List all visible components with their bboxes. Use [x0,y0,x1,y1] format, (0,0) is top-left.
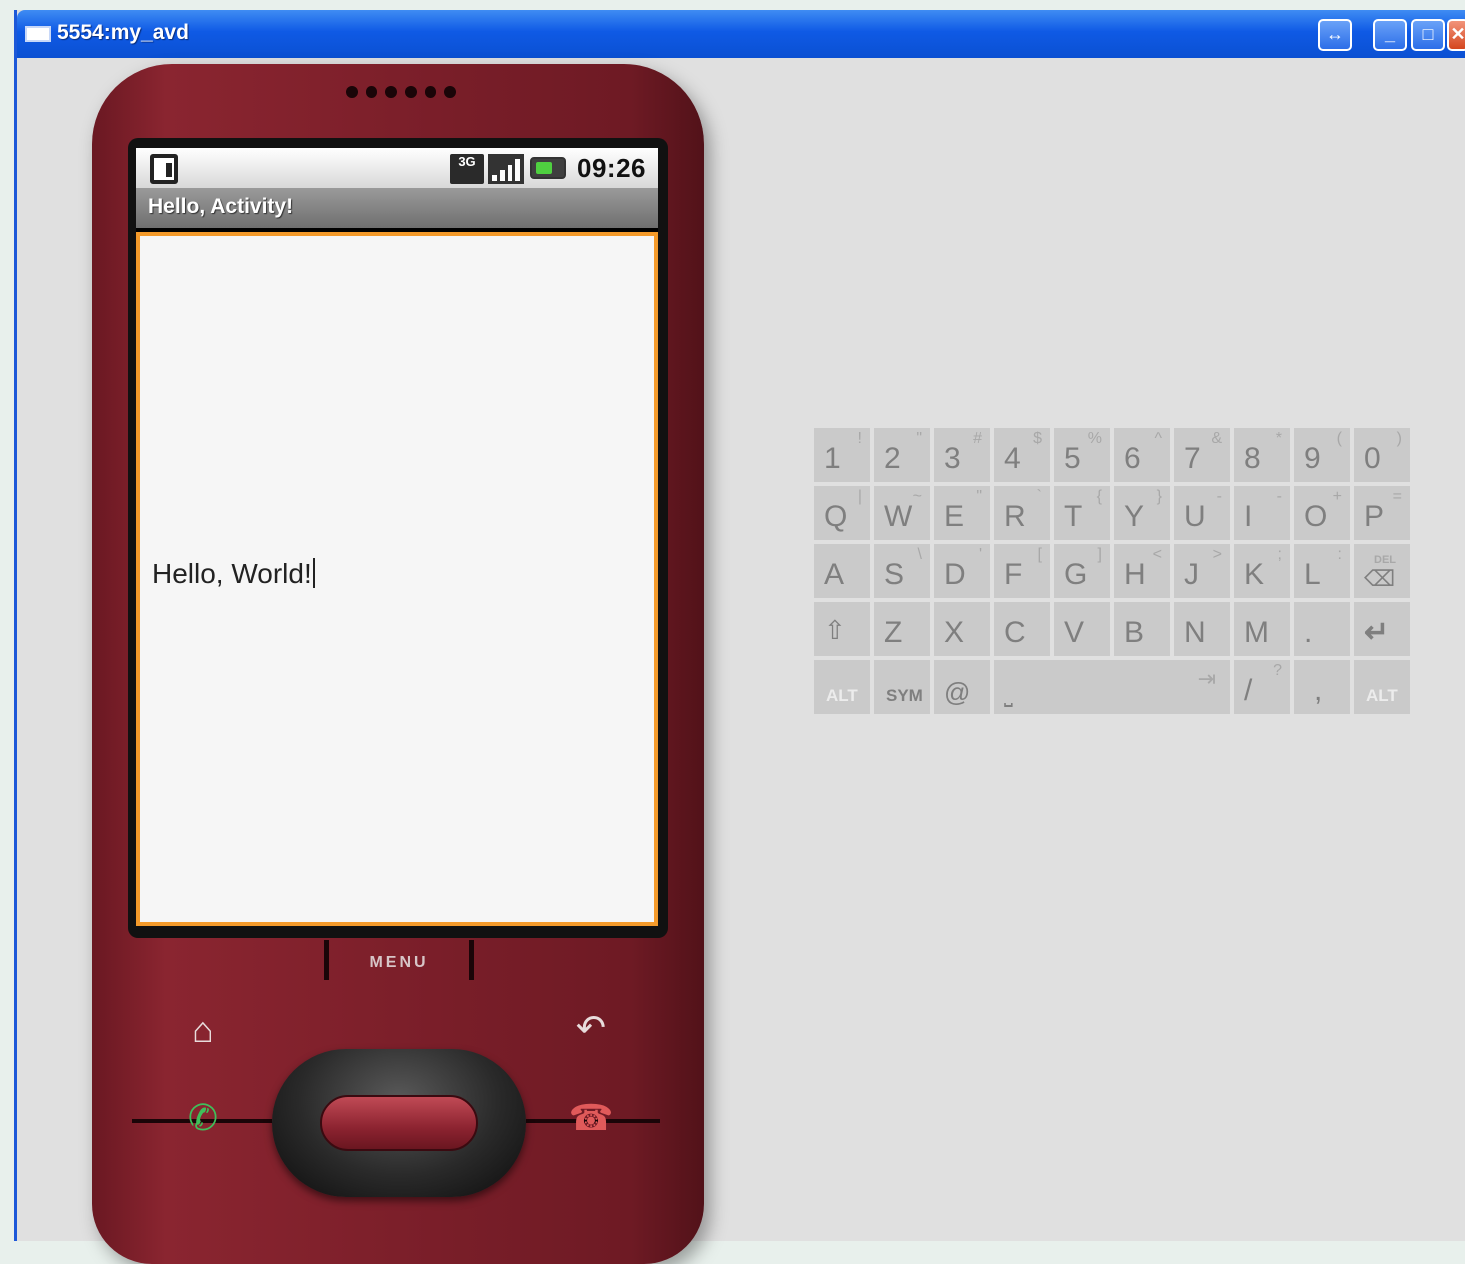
key-a[interactable]: A [814,544,870,598]
key-o[interactable]: O + [1294,486,1350,540]
key-7[interactable]: 7 & [1174,428,1230,482]
key-f[interactable]: F[ [994,544,1050,598]
key-enter[interactable]: ↵ [1354,602,1410,656]
tab-icon: ⇥ [1197,666,1216,691]
key-e[interactable]: E " [934,486,990,540]
key-1[interactable]: 1! [814,428,870,482]
key-alt-right[interactable]: ALT [1354,660,1410,714]
minimize-button[interactable]: _ [1373,19,1407,51]
menu-label: MENU [369,954,429,971]
key-8[interactable]: 8 * [1234,428,1290,482]
title-bar[interactable]: 5554:my_avd ↔ _ □ ✕ [17,10,1465,58]
key-t[interactable]: T{ [1054,486,1110,540]
key-9[interactable]: 9( [1294,428,1350,482]
key-at[interactable]: @ [934,660,990,714]
key-5[interactable]: 5% [1054,428,1110,482]
menu-button[interactable]: MENU [324,940,474,980]
status-bar[interactable]: 3G 09:26 [136,148,658,188]
sd-card-icon [150,154,178,184]
screen-bezel: 3G 09:26 Hello, Activity! Hello, World! [128,138,668,938]
key-3[interactable]: 3 # [934,428,990,482]
key-shift[interactable]: ⇧ [814,602,870,656]
key-n[interactable]: N [1174,602,1230,656]
shift-icon: ⇧ [824,615,846,645]
hello-text: Hello, World! [152,558,312,589]
maximize-button[interactable]: □ [1411,19,1445,51]
key-m[interactable]: M [1234,602,1290,656]
key-v[interactable]: V [1054,602,1110,656]
key-l[interactable]: L: [1294,544,1350,598]
key-0[interactable]: 0) [1354,428,1410,482]
key-d[interactable]: D ' [934,544,990,598]
key-k[interactable]: K; [1234,544,1290,598]
app-title-bar: Hello, Activity! [136,188,658,228]
key-w[interactable]: W ~ [874,486,930,540]
trackball-ring[interactable] [272,1049,526,1197]
window-icon [25,26,51,42]
keyboard-row: ⇧ Z X C V B N M . ↵ [814,602,1414,656]
key-r[interactable]: R ` [994,486,1050,540]
emulator-keyboard: 1! 2 " 3 # 4 $ 5% 6 ^ 7 & 8 * 9( 0) Q | W ~ E " R… [814,428,1414,718]
key-i[interactable]: I- [1234,486,1290,540]
back-icon[interactable]: ↶ [566,1010,616,1046]
phone-screen[interactable]: 3G 09:26 Hello, Activity! Hello, World! [136,148,658,926]
status-clock: 09:26 [577,153,646,183]
key-4[interactable]: 4 $ [994,428,1050,482]
key-alt-left[interactable]: ALT [814,660,870,714]
key-slash[interactable]: /? [1234,660,1290,714]
key-c[interactable]: C [994,602,1050,656]
call-icon[interactable]: ✆ [178,1100,228,1136]
key-q[interactable]: Q | [814,486,870,540]
keyboard-row: Q | W ~ E " R ` T{ Y} U- I- O + P = [814,486,1414,540]
swap-button[interactable]: ↔ [1318,19,1352,51]
emulator-client-area: 3G 09:26 Hello, Activity! Hello, World! [17,58,1465,1264]
hello-text-view[interactable]: Hello, World! [152,558,315,590]
key-period[interactable]: . [1294,602,1350,656]
space-icon: ⎵ [1004,682,1013,707]
key-g[interactable]: G] [1054,544,1110,598]
keyboard-row: A S \ D ' F[ G] H < J > K; L: ⌫ DEL [814,544,1414,598]
keyboard-row: 1! 2 " 3 # 4 $ 5% 6 ^ 7 & 8 * 9( 0) [814,428,1414,482]
key-u[interactable]: U- [1174,486,1230,540]
key-y[interactable]: Y} [1114,486,1170,540]
key-del[interactable]: ⌫ DEL [1354,544,1410,598]
end-call-icon[interactable]: ☎ [566,1100,616,1136]
key-sym[interactable]: SYM [874,660,930,714]
close-button[interactable]: ✕ [1447,19,1465,51]
home-icon[interactable]: ⌂ [178,1012,228,1048]
speaker-grille [345,86,457,102]
signal-icon [488,154,524,184]
keyboard-row: ALT SYM @ ⎵ ⇥ /? , ALT [814,660,1414,714]
key-2[interactable]: 2 " [874,428,930,482]
phone-skin: 3G 09:26 Hello, Activity! Hello, World! [92,64,704,1264]
key-j[interactable]: J > [1174,544,1230,598]
activity-content[interactable]: Hello, World! [136,232,658,926]
network-3g-icon: 3G [450,154,484,184]
trackball-button[interactable] [320,1095,478,1151]
key-p[interactable]: P = [1354,486,1410,540]
key-h[interactable]: H < [1114,544,1170,598]
key-6[interactable]: 6 ^ [1114,428,1170,482]
enter-icon: ↵ [1364,616,1390,649]
key-comma[interactable]: , [1294,660,1350,714]
key-x[interactable]: X [934,602,990,656]
emulator-window: 5554:my_avd ↔ _ □ ✕ 3G 09:26 Hello, Acti… [14,10,1465,1264]
key-b[interactable]: B [1114,602,1170,656]
window-title: 5554:my_avd [57,21,189,44]
key-s[interactable]: S \ [874,544,930,598]
text-cursor [312,558,315,588]
key-z[interactable]: Z [874,602,930,656]
battery-icon [530,157,566,179]
app-title: Hello, Activity! [148,195,294,218]
key-space[interactable]: ⎵ ⇥ [994,660,1230,714]
